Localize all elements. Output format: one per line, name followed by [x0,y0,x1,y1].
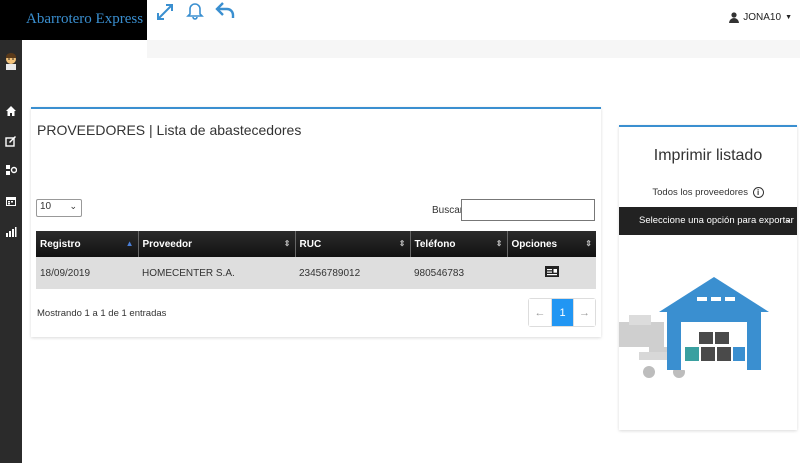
bell-icon[interactable] [185,0,205,20]
chart-icon [6,227,17,237]
suppliers-table: Registro ▲ Proveedor ⇕ RUC ⇕ Teléfono ⇕ Opci… [36,231,596,289]
warehouse-illustration [619,277,769,378]
print-panel: Imprimir listado Todos los proveedores i… [619,125,797,430]
settings-icon [6,165,17,175]
export-select[interactable]: Seleccione una opción para exportar ⌄ [619,207,797,235]
print-subtitle: Todos los proveedores i [619,187,797,198]
user-menu[interactable]: JONA10 ▼ [729,12,792,23]
home-icon [6,106,16,116]
cell-opciones [507,257,596,289]
export-select-label: Seleccione una opción para exportar [639,215,794,226]
current-page-button[interactable]: 1 [551,299,573,326]
column-header-telefono[interactable]: Teléfono ⇕ [410,231,508,257]
pagination: ← 1 → [528,298,596,327]
page-length-value: 10 [40,201,52,212]
user-name: JONA10 [743,12,782,23]
print-title: Imprimir listado [653,147,763,164]
column-header-ruc[interactable]: RUC ⇕ [295,231,411,257]
column-header-opciones[interactable]: Opciones ⇕ [507,231,596,257]
calendar-icon [6,197,16,206]
cell-proveedor: HOMECENTER S.A. [138,257,295,289]
cell-telefono: 980546783 [410,257,507,289]
sort-icon: ⇕ [585,239,592,248]
sort-icon: ⇕ [398,239,406,248]
next-page-button[interactable]: → [573,299,595,326]
table-header-row: Registro ▲ Proveedor ⇕ RUC ⇕ Teléfono ⇕ Opci… [36,231,596,257]
sidebar-item-settings[interactable] [3,162,19,178]
edit-icon [5,136,16,147]
invoice-icon[interactable] [544,266,559,277]
caret-down-icon: ▼ [785,14,792,21]
table-row: 18/09/2019 HOMECENTER S.A. 23456789012 9… [36,257,596,289]
column-header-proveedor[interactable]: Proveedor ⇕ [138,231,296,257]
cell-ruc: 23456789012 [295,257,410,289]
app-brand[interactable]: Abarrotero Express [0,0,147,40]
top-divider [147,40,800,58]
search-input[interactable] [461,199,595,221]
column-header-registro[interactable]: Registro ▲ [36,231,139,257]
sidebar-item-edit[interactable] [3,133,19,149]
page-length-select[interactable]: 10 ⌄ [36,199,82,217]
top-toolbar [155,0,235,24]
info-icon[interactable]: i [752,187,764,198]
sidebar [0,40,22,463]
sort-asc-icon: ▲ [125,239,134,248]
table-info: Mostrando 1 a 1 de 1 entradas [37,308,167,319]
page-title: PROVEEDORES | Lista de abastecedores [37,122,302,138]
user-icon [729,12,740,23]
cell-registro: 18/09/2019 [36,257,138,289]
sort-icon: ⇕ [495,239,503,248]
suppliers-panel: PROVEEDORES | Lista de abastecedores 10 … [31,107,601,337]
chevron-down-icon: ⌄ [69,201,77,211]
reply-icon[interactable] [215,0,235,20]
expand-icon[interactable] [155,2,175,22]
avatar[interactable] [3,52,19,70]
sidebar-item-calendar[interactable] [3,193,19,209]
sidebar-item-reports[interactable] [3,224,19,240]
chevron-down-icon: ⌄ [784,214,792,224]
sidebar-item-home[interactable] [3,103,19,119]
prev-page-button[interactable]: ← [529,299,551,326]
sort-icon: ⇕ [283,239,291,248]
